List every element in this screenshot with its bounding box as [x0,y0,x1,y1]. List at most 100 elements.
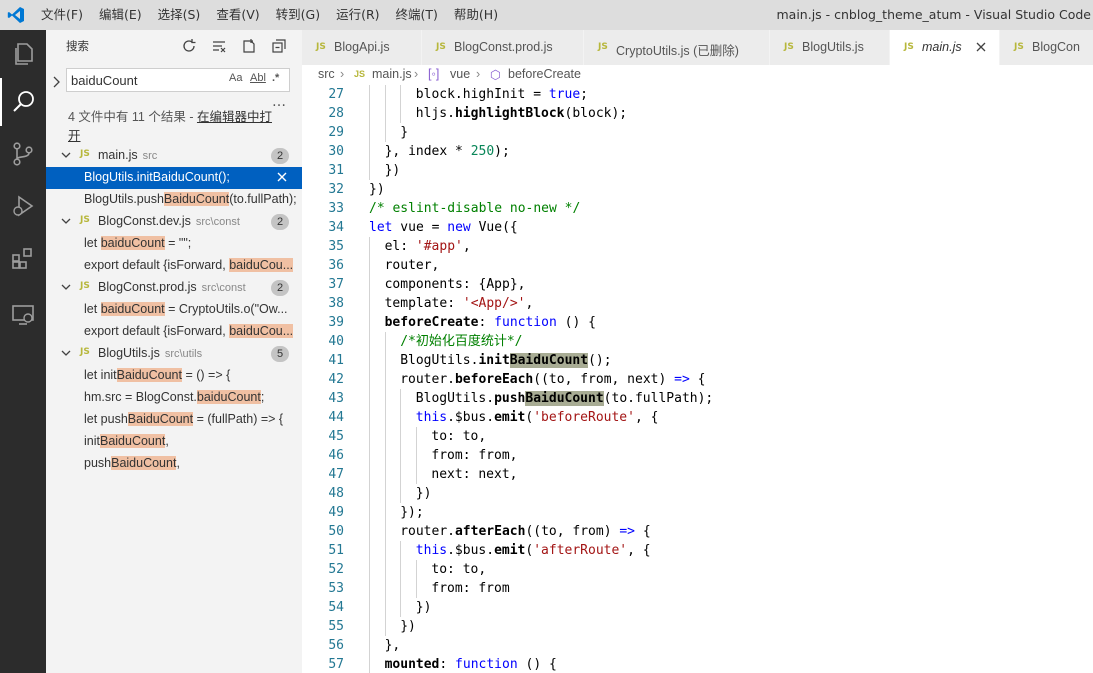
result-match-row[interactable]: pushBaiduCount, [46,453,302,475]
remote-explorer-icon[interactable] [0,290,46,338]
result-match-row[interactable]: BlogUtils.initBaiduCount(); [46,167,302,189]
code-line: beforeCreate: function () { [369,313,1089,332]
code-line: next: next, [369,465,1089,484]
match-pre: let [84,236,101,250]
result-file-row[interactable]: JS BlogUtils.js src\utils 5 [46,343,302,365]
result-file-row[interactable]: JS BlogConst.dev.js src\const 2 [46,211,302,233]
clear-results-icon[interactable] [210,37,228,55]
editor-tab[interactable]: JS main.js [890,30,1000,65]
indent-guide [384,104,386,123]
result-match-row[interactable]: export default {isForward, baiduCou... [46,255,302,277]
breadcrumb-symbol-vue[interactable]: vue [450,67,470,81]
chevron-down-icon[interactable] [60,215,72,227]
source-control-icon[interactable] [0,130,46,178]
tab-label: CryptoUtils.js (已删除) [616,44,739,58]
result-file-row[interactable]: JS BlogConst.prod.js src\const 2 [46,277,302,299]
result-match-row[interactable]: export default {isForward, baiduCou... [46,321,302,343]
indent-guide [400,427,402,446]
indent-guide [369,332,370,351]
indent-guide [369,351,370,370]
match-text: BlogUtils.initBaiduCount(); [84,170,298,184]
indent-guide [369,123,370,142]
code-token: beforeCreate [384,315,479,330]
code-area[interactable]: block.highInit = true; hljs.highlightBloc… [369,85,1089,673]
editor-tab[interactable]: JS BlogConst.prod.js [422,30,584,65]
menu-item[interactable]: 选择(S) [150,0,209,30]
search-input[interactable] [71,72,221,88]
breadcrumb-file[interactable]: main.js [372,67,412,81]
breadcrumb-folder[interactable]: src [318,67,335,81]
editor-tab[interactable]: JS BlogUtils.js [770,30,890,65]
file-name: main.js [98,148,138,162]
explorer-icon[interactable] [0,30,46,78]
code-token: () { [556,315,596,330]
menu-item[interactable]: 转到(G) [268,0,328,30]
code-token: to: to, [431,562,487,577]
indent-guide [384,389,386,408]
refresh-icon[interactable] [180,37,198,55]
code-line: }); [369,503,1089,522]
match-case-toggle[interactable]: Aa [229,72,242,84]
indent-guide [369,313,370,332]
code-token: : [478,315,495,330]
match-highlight: baiduCount [196,390,261,404]
code-line: }) [369,161,1089,180]
indent-guide [400,598,402,617]
line-number: 30 [328,144,344,159]
code-token: from: from [431,581,510,596]
menu-item[interactable]: 终端(T) [388,0,446,30]
editor-tab[interactable]: JS BlogApi.js [302,30,422,65]
code-editor[interactable]: 27 28 29 30 31 32 33 34 35 36 37 38 39 40 41 42 43 44 45 46… [302,85,1093,673]
result-match-row[interactable]: let initBaiduCount = () => { [46,365,302,387]
chevron-down-icon[interactable] [60,149,72,161]
editor-tabs: JS BlogApi.js JS BlogConst.prod.js JS CryptoU… [302,30,1093,65]
menu-item[interactable]: 帮助(H) [446,0,506,30]
code-token: , { [627,543,651,558]
run-debug-icon[interactable] [0,182,46,230]
result-match-row[interactable]: initBaiduCount, [46,431,302,453]
search-icon[interactable] [0,78,46,126]
indent-guide [369,389,370,408]
new-search-editor-icon[interactable] [240,37,258,55]
editor-tab[interactable]: JS CryptoUtils.js (已删除) [584,30,770,65]
code-token: 'beforeRoute' [533,410,635,425]
editor-tab[interactable]: JS BlogCon [1000,30,1093,65]
menu-item[interactable]: 文件(F) [33,0,91,30]
result-file-row[interactable]: JS main.js src 2 [46,145,302,167]
code-token: block.highInit = [415,87,549,102]
extensions-icon[interactable] [0,234,46,282]
dismiss-icon[interactable] [276,171,288,183]
breadcrumb-symbol-method[interactable]: beforeCreate [508,67,581,81]
collapse-all-icon[interactable] [270,37,288,55]
indent-guide [384,579,386,598]
match-highlight: baiduCou... [229,258,294,272]
line-number: 28 [328,106,344,121]
indent-guide [415,446,417,465]
code-token: highlightBlock [454,106,565,121]
toggle-replace-chevron-icon[interactable] [50,74,64,90]
file-path: src [142,150,158,162]
code-token: }) [415,486,432,501]
code-token: push [494,391,526,406]
line-number: 54 [328,600,344,615]
match-pre: BlogUtils.push [84,192,164,206]
match-whole-word-toggle[interactable]: Abl [250,72,266,84]
result-match-row[interactable]: BlogUtils.pushBaiduCount(to.fullPath); [46,189,302,211]
menu-item[interactable]: 运行(R) [328,0,387,30]
result-match-row[interactable]: let baiduCount = CryptoUtils.o("Ow... [46,299,302,321]
code-line: BlogUtils.initBaiduCount(); [369,351,1089,370]
result-file-name: BlogUtils.js src\utils [98,346,202,360]
result-file-name: BlogConst.prod.js src\const [98,280,246,294]
menu-item[interactable]: 编辑(E) [91,0,150,30]
match-post: = (fullPath) => { [193,412,284,426]
match-text: initBaiduCount, [84,434,298,448]
result-match-row[interactable]: let baiduCount = ""; [46,233,302,255]
match-post: = CryptoUtils.o("Ow... [164,302,288,316]
menu-item[interactable]: 查看(V) [208,0,267,30]
close-icon[interactable] [975,41,987,53]
chevron-down-icon[interactable] [60,347,72,359]
result-match-row[interactable]: hm.src = BlogConst.baiduCount; [46,387,302,409]
chevron-down-icon[interactable] [60,281,72,293]
result-match-row[interactable]: let pushBaiduCount = (fullPath) => { [46,409,302,431]
use-regex-toggle[interactable]: .* [272,72,279,84]
